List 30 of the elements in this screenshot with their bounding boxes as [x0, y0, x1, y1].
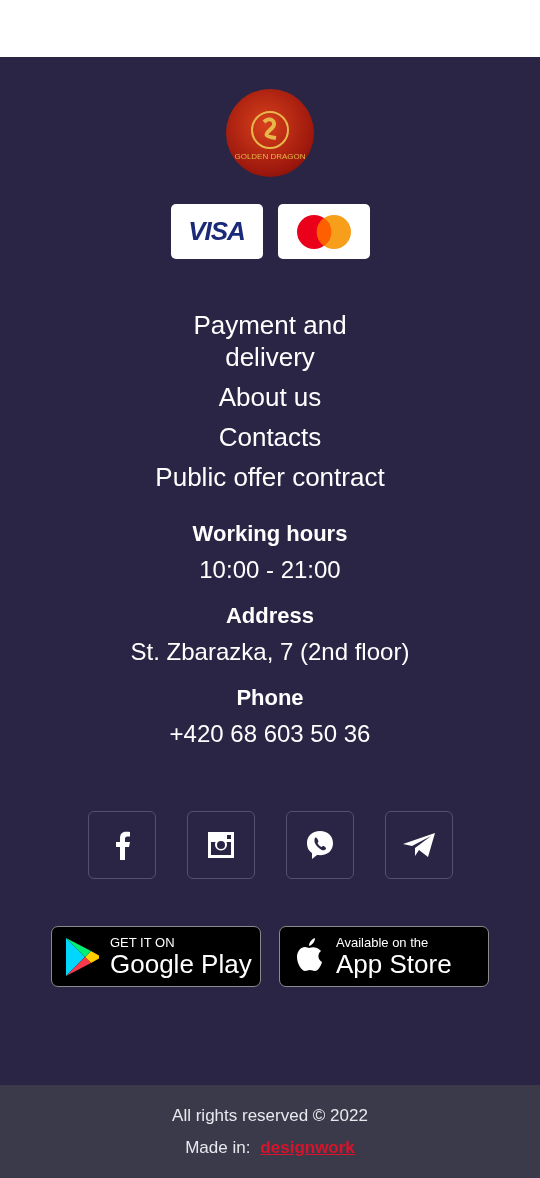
- logo-caption: GOLDEN DRAGON: [234, 152, 306, 161]
- info-value: 10:00 - 21:00: [199, 555, 341, 585]
- social-button[interactable]: [186, 811, 255, 879]
- footer-link[interactable]: Payment and delivery: [145, 309, 395, 373]
- store-badge[interactable]: GET IT ON Google Play: [51, 926, 261, 987]
- footer-link[interactable]: About us: [145, 381, 395, 413]
- store-badge[interactable]: Available on the App Store: [279, 926, 489, 987]
- info-heading: Phone: [236, 684, 304, 712]
- play-icon: [64, 936, 100, 977]
- made-in-label: Made in:: [185, 1137, 251, 1158]
- social-button[interactable]: [87, 811, 156, 879]
- footer-link[interactable]: Public offer contract: [145, 461, 395, 493]
- viber-icon: [304, 830, 335, 860]
- copyright-text: All rights reserved © 2022: [172, 1105, 368, 1126]
- logo[interactable]: GOLDEN DRAGON: [226, 89, 314, 177]
- badge-caption: GET IT ON: [110, 935, 176, 950]
- social-button[interactable]: [285, 811, 354, 879]
- mastercard-logo: [296, 214, 351, 249]
- info-heading: Working hours: [192, 520, 348, 548]
- store-name: Google Play: [110, 949, 252, 978]
- footer-link[interactable]: Contacts: [145, 421, 395, 453]
- info-heading: Address: [225, 602, 314, 630]
- telegram-icon: [401, 831, 436, 859]
- badge-caption: Available on the: [336, 935, 430, 950]
- instagram-icon: [206, 831, 235, 859]
- visa-logo: VISA: [188, 216, 245, 247]
- store-name: App Store: [336, 949, 452, 978]
- info-value: St. Zbarazka, 7 (2nd floor): [130, 637, 410, 667]
- info-value: +420 68 603 50 36: [169, 719, 371, 749]
- social-button[interactable]: [384, 811, 453, 879]
